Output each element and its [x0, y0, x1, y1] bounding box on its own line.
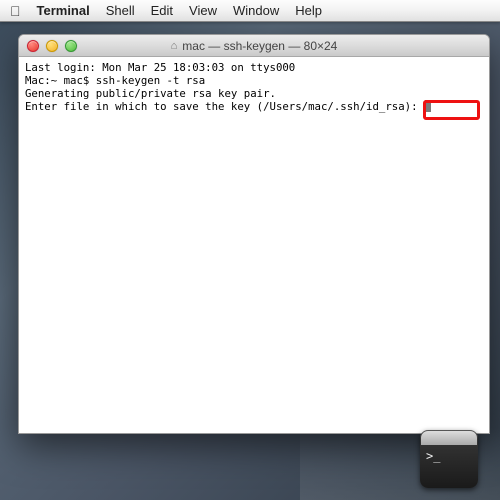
menu-help[interactable]: Help	[295, 3, 322, 18]
terminal-line: Last login: Mon Mar 25 18:03:03 on ttys0…	[25, 61, 295, 74]
minimize-button[interactable]	[46, 40, 58, 52]
menu-shell[interactable]: Shell	[106, 3, 135, 18]
annotation-highlight	[423, 100, 480, 120]
terminal-line: Mac:~ mac$ ssh-keygen -t rsa	[25, 74, 205, 87]
titlebar[interactable]: ⌂ mac — ssh-keygen — 80×24	[19, 35, 489, 57]
dock-terminal-icon[interactable]: >_	[420, 430, 478, 488]
menu-view[interactable]: View	[189, 3, 217, 18]
terminal-window: ⌂ mac — ssh-keygen — 80×24 Last login: M…	[18, 34, 490, 434]
terminal-line: Generating public/private rsa key pair.	[25, 87, 276, 100]
menu-window[interactable]: Window	[233, 3, 279, 18]
menu-edit[interactable]: Edit	[151, 3, 173, 18]
terminal-content[interactable]: Last login: Mon Mar 25 18:03:03 on ttys0…	[19, 57, 489, 433]
window-title: mac — ssh-keygen — 80×24	[182, 39, 337, 53]
close-button[interactable]	[27, 40, 39, 52]
zoom-button[interactable]	[65, 40, 77, 52]
traffic-lights	[27, 40, 77, 52]
apple-menu[interactable]: 	[10, 3, 21, 19]
terminal-line: Enter file in which to save the key (/Us…	[25, 100, 424, 113]
home-icon: ⌂	[171, 40, 178, 52]
window-title-wrap: ⌂ mac — ssh-keygen — 80×24	[19, 39, 489, 53]
app-menu[interactable]: Terminal	[37, 3, 90, 18]
menubar:  Terminal Shell Edit View Window Help	[0, 0, 500, 22]
dock-icon-body: >_	[420, 445, 478, 488]
dock-icon-prompt: >_	[426, 449, 440, 463]
terminal-cursor	[425, 100, 431, 112]
dock-icon-titlebar	[421, 431, 477, 445]
